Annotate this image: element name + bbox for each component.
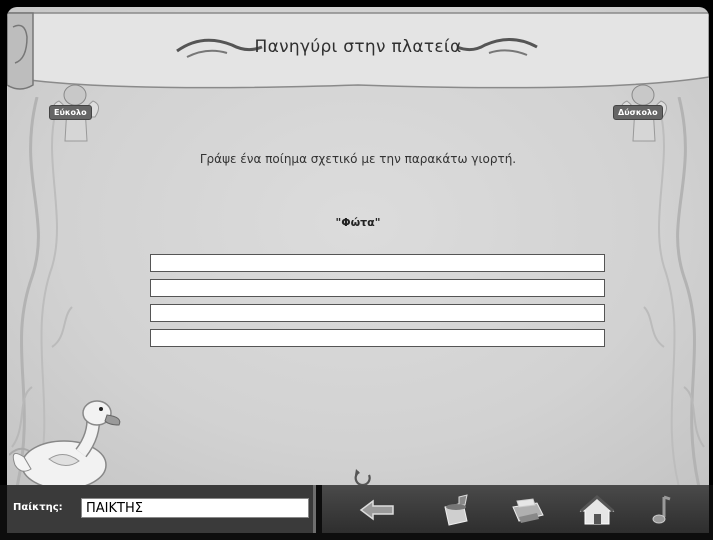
music-icon[interactable] [642, 493, 682, 527]
player-name-input[interactable] [81, 498, 309, 518]
poem-line-3-input[interactable] [150, 304, 605, 322]
game-window: Πανηγύρι στην πλατεία Εύκολο Δύσκολο Γρά… [0, 0, 713, 540]
topic-text: "Φώτα" [335, 216, 381, 229]
instruction-text: Γράψε ένα ποίημα σχετικό με την παρακάτω… [199, 152, 517, 166]
poem-line-1-input[interactable] [150, 254, 605, 272]
player-panel: Παίκτης: [7, 485, 316, 533]
easy-label: Εύκολο [49, 105, 92, 120]
easy-level-button[interactable]: Εύκολο [45, 77, 117, 157]
printer-icon[interactable] [507, 493, 547, 527]
home-icon[interactable] [577, 493, 617, 527]
toolbar [322, 485, 709, 533]
player-label: Παίκτης: [13, 502, 63, 513]
hard-label: Δύσκολο [613, 105, 663, 120]
poem-line-2-input[interactable] [150, 279, 605, 297]
activity-stage: Πανηγύρι στην πλατεία Εύκολο Δύσκολο Γρά… [7, 7, 709, 485]
activity-title: Πανηγύρι στην πλατεία [254, 37, 462, 57]
poem-line-4-input[interactable] [150, 329, 605, 347]
reset-icon[interactable] [352, 467, 374, 485]
bottom-bar: Παίκτης: [0, 485, 713, 540]
paint-icon[interactable] [437, 493, 477, 527]
back-arrow-icon[interactable] [357, 493, 397, 527]
duck-mascot [9, 400, 121, 485]
hard-level-button[interactable]: Δύσκολο [599, 77, 671, 157]
